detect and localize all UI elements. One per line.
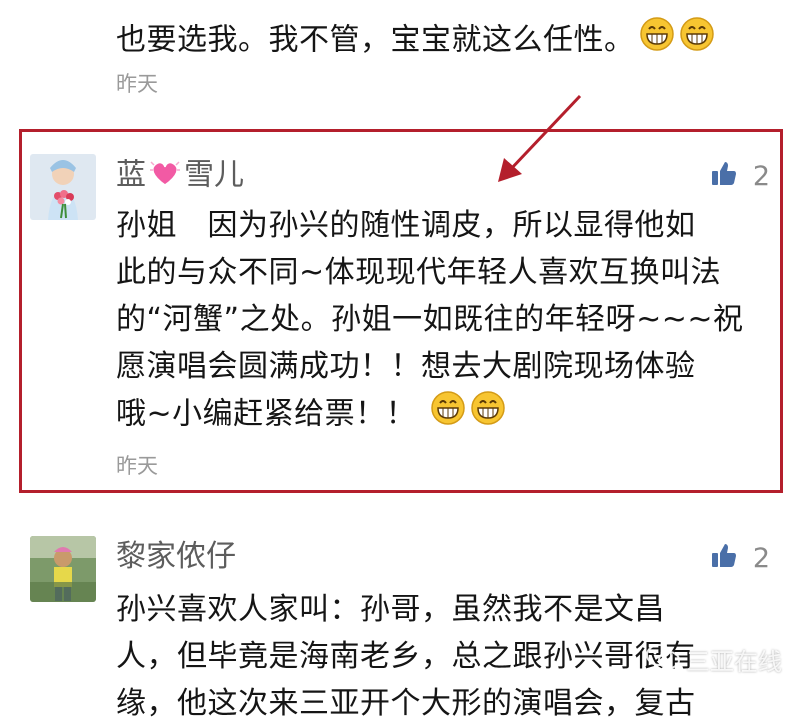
comment-text: 也要选我。我不管，宝宝就这么任性。 bbox=[116, 16, 766, 66]
comment-author[interactable]: 蓝 雪儿 bbox=[116, 158, 244, 194]
grin-emoji-icon bbox=[639, 16, 675, 66]
like-button[interactable]: 2 bbox=[711, 160, 770, 193]
grin-emoji-icon bbox=[470, 390, 506, 440]
author-name-part: 雪儿 bbox=[184, 157, 244, 193]
thumbs-up-icon bbox=[711, 542, 737, 575]
avatar[interactable] bbox=[30, 536, 96, 602]
watermark-text: 三亚在线 bbox=[686, 648, 782, 676]
comment-time: 昨天 bbox=[116, 72, 158, 96]
comment-item: 蓝 雪儿 2 孙姐 因为孙兴的随性调皮，所以显得他如 此的与众不同~体现现代年轻人… bbox=[0, 130, 800, 492]
comment-line: 孙姐 因为孙兴的随性调皮，所以显得他如 bbox=[116, 208, 696, 243]
comment-line: 此的与众不同~体现现代年轻人喜欢互换叫法 bbox=[116, 255, 722, 290]
grin-emoji-icon bbox=[679, 16, 715, 66]
like-button[interactable]: 2 bbox=[711, 542, 770, 575]
like-count: 2 bbox=[752, 161, 770, 192]
comment-author[interactable]: 黎家侬仔 bbox=[116, 542, 236, 572]
author-name-part: 蓝 bbox=[116, 157, 146, 193]
thumbs-up-icon bbox=[711, 160, 737, 193]
comment-line: 的“河蟹”之处。孙姐一如既往的年轻呀~~~祝 bbox=[116, 302, 744, 337]
watermark: 三亚在线 bbox=[646, 642, 782, 677]
comment-text: 孙姐 因为孙兴的随性调皮，所以显得他如 此的与众不同~体现现代年轻人喜欢互换叫法… bbox=[116, 202, 766, 440]
comment-line: 哦~小编赶紧给票！！ bbox=[116, 396, 417, 432]
wechat-logo-icon bbox=[646, 643, 680, 677]
comment-line: 缘，他这次来三亚开个大形的演唱会，复古 bbox=[116, 686, 696, 721]
comment-previous: 也要选我。我不管，宝宝就这么任性。 昨天 bbox=[0, 0, 800, 110]
grin-emoji-icon bbox=[430, 390, 466, 440]
like-count: 2 bbox=[752, 543, 770, 574]
heart-icon bbox=[148, 158, 182, 194]
avatar[interactable] bbox=[30, 154, 96, 220]
comment-line: 也要选我。我不管，宝宝就这么任性。 bbox=[116, 22, 635, 58]
comment-line: 愿演唱会圆满成功！！想去大剧院现场体验 bbox=[116, 349, 696, 384]
comment-time: 昨天 bbox=[116, 454, 158, 478]
comment-line: 孙兴喜欢人家叫：孙哥，虽然我不是文昌 bbox=[116, 592, 665, 627]
